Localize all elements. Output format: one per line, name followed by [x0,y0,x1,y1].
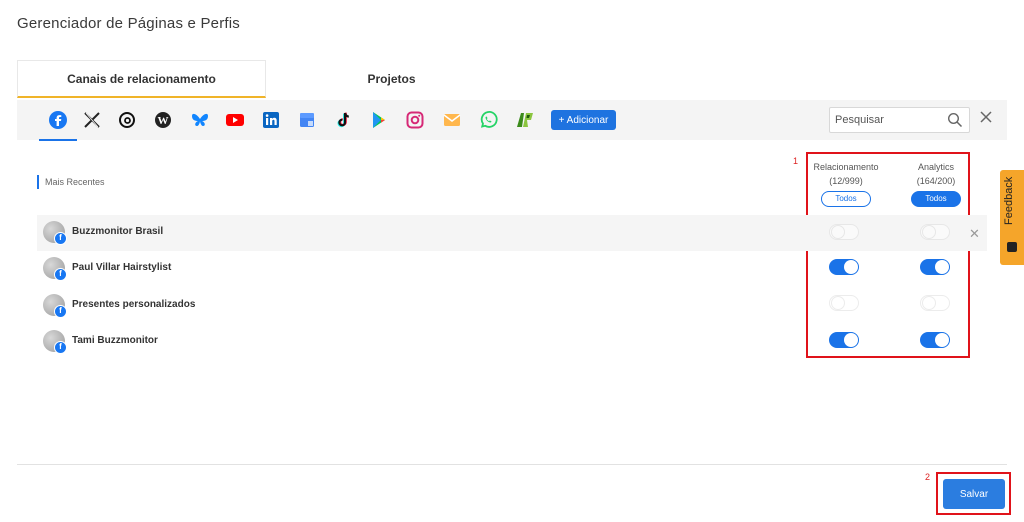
facebook-icon[interactable] [39,108,77,141]
analytics-toggle[interactable] [920,332,950,348]
avatar: f [43,221,67,245]
facebook-badge-icon: f [54,268,67,281]
remove-row-icon[interactable]: ✕ [969,226,980,242]
svg-text:W: W [158,115,169,127]
page-title: Gerenciador de Páginas e Perfis [17,15,240,32]
profile-name: Presentes personalizados [72,299,196,310]
avatar: f [43,294,67,318]
bluesky-icon[interactable] [188,108,212,132]
search-icon[interactable] [947,112,963,133]
divider [17,464,1007,465]
avatar: f [43,257,67,281]
list-item[interactable]: f Buzzmonitor Brasil [37,215,987,251]
tab-projects[interactable]: Projetos [267,60,516,98]
whatsapp-icon[interactable] [476,108,500,132]
linkedin-icon[interactable] [259,108,283,132]
feedback-label: Feedback [1003,176,1015,225]
column-header-relationship: Relacionamento (12/999) Todos [806,160,886,207]
facebook-badge-icon: f [54,232,67,245]
facebook-badge-icon: f [54,305,67,318]
section-label: Mais Recentes [37,175,105,189]
reclame-aqui-icon[interactable] [513,108,537,132]
google-play-icon[interactable] [367,108,391,132]
list-item[interactable]: f Tami Buzzmonitor [37,324,987,360]
close-icon[interactable] [979,110,993,124]
column-count: (164/200) [916,176,956,186]
youtube-icon[interactable] [223,108,247,132]
relationship-toggle[interactable] [829,295,859,311]
save-button[interactable]: Salvar [943,479,1005,509]
column-label: Analytics [917,162,954,172]
column-count: (12/999) [829,176,863,186]
instagram-icon[interactable] [403,108,427,132]
tab-relationship-channels[interactable]: Canais de relacionamento [17,60,266,98]
column-label: Relacionamento [813,162,879,172]
tab-bar: Canais de relacionamento Projetos [17,60,517,98]
column-header-analytics: Analytics (164/200) Todos [896,160,976,207]
google-business-icon[interactable] [295,108,319,132]
feedback-tab[interactable]: Feedback [1000,170,1024,265]
tiktok-icon[interactable] [332,108,356,132]
analytics-toggle[interactable] [920,295,950,311]
wordpress-icon[interactable]: W [151,108,175,132]
page: Gerenciador de Páginas e Perfis Canais d… [0,0,1024,522]
search-box [829,107,970,133]
facebook-badge-icon: f [54,341,67,354]
x-icon[interactable] [80,108,104,132]
annotation-marker-1: 1 [793,156,799,166]
relationship-toggle[interactable] [829,224,859,240]
threads-icon[interactable] [115,108,139,132]
list-item[interactable]: f Paul Villar Hairstylist [37,251,987,287]
analytics-toggle[interactable] [920,259,950,275]
relationship-toggle[interactable] [829,332,859,348]
select-all-relationship-button[interactable]: Todos [821,191,871,207]
profile-name: Paul Villar Hairstylist [72,262,172,273]
select-all-analytics-button[interactable]: Todos [911,191,961,207]
add-channel-button[interactable]: + Adicionar [551,110,616,130]
profile-name: Tami Buzzmonitor [72,335,158,346]
network-icon-bar: W + Adicionar Pesquisar [17,100,1007,141]
profile-name: Buzzmonitor Brasil [72,226,164,237]
list-item[interactable]: f Presentes personalizados [37,288,987,324]
avatar: f [43,330,67,354]
search-input[interactable] [830,108,940,132]
feedback-icon [1007,242,1017,252]
email-icon[interactable] [440,108,464,132]
relationship-toggle[interactable] [829,259,859,275]
analytics-toggle[interactable] [920,224,950,240]
annotation-marker-2: 2 [925,472,931,482]
